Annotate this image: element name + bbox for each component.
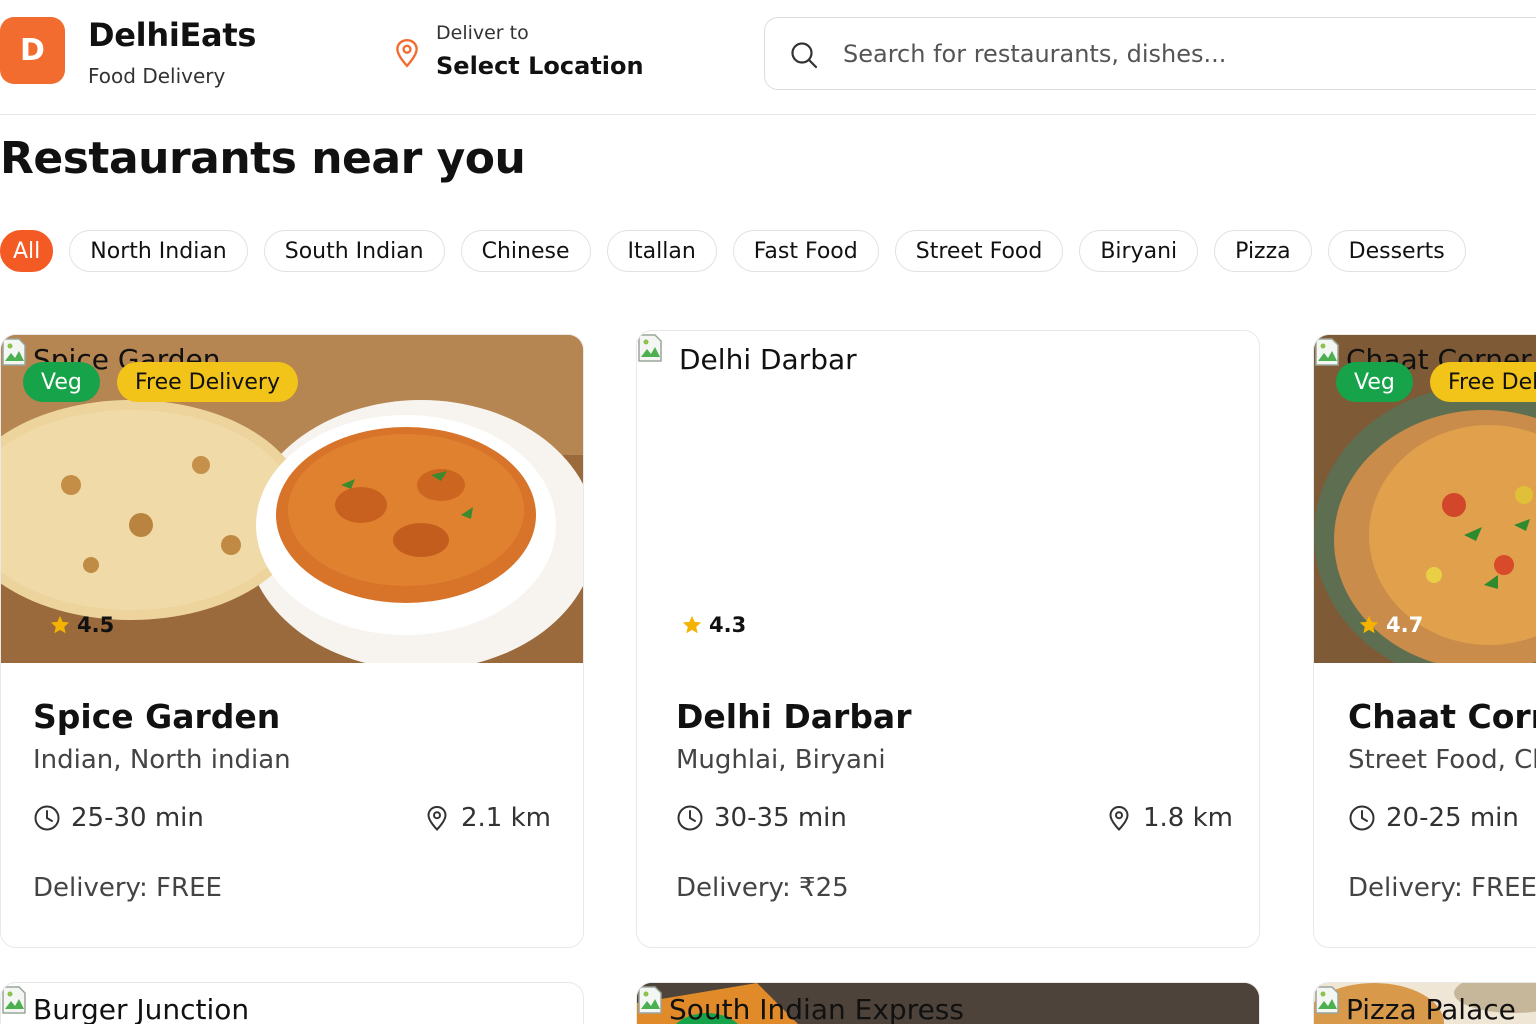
delivery-fee: Delivery: FREE [1348,873,1536,903]
restaurant-card[interactable]: Pizza Palace [1313,982,1536,1024]
clock-icon [33,804,61,832]
restaurant-cuisine: Indian, North indian [33,745,291,775]
filter-chip-desserts[interactable]: Desserts [1327,230,1466,272]
filter-chip-all[interactable]: All [0,230,54,272]
delivery-fee: Delivery: ₹25 [676,873,849,903]
filter-chip-street-food[interactable]: Street Food [894,230,1064,272]
search-input[interactable] [843,34,1493,74]
veg-badge: Veg [1336,362,1413,402]
search-bar[interactable] [764,17,1536,90]
deliver-to-label: Deliver to [436,22,529,44]
clock-icon [676,804,704,832]
app-header: D DelhiEats Food Delivery Deliver to Sel… [0,0,1536,115]
image-alt-text: Delhi Darbar [679,343,857,376]
distance: 1.8 km [1105,803,1233,833]
rating-value: 4.5 [77,613,115,637]
brand-name: DelhiEats [88,16,257,54]
page-title: Restaurants near you [0,133,526,184]
filter-chip-biryani[interactable]: Biryani [1079,230,1199,272]
broken-image-icon [637,983,665,1017]
location-selector[interactable]: Select Location [436,52,644,80]
restaurant-image[interactable]: Delhi Darbar 4.3 [637,331,1259,661]
restaurant-name[interactable]: Chaat Corner [1348,697,1536,736]
restaurant-card[interactable]: South Indian Express [636,982,1260,1024]
broken-image-icon [1,983,29,1017]
restaurant-card[interactable]: Chaat Corner Veg Free Delivery 4.7 Chaat… [1313,334,1536,948]
restaurant-name[interactable]: Spice Garden [33,697,280,736]
restaurant-card[interactable]: Delhi Darbar 4.3 Delhi Darbar Mughlai, B… [636,330,1260,948]
restaurant-cuisine: Mughlai, Biryani [676,745,886,775]
distance-value: 1.8 km [1143,803,1233,833]
delivery-time: 25-30 min [33,803,204,833]
rating-value: 4.3 [709,613,747,637]
restaurant-name[interactable]: Delhi Darbar [676,697,911,736]
rating-display: 4.3 [681,613,746,637]
broken-image-icon [1314,335,1342,369]
image-alt-text: South Indian Express [669,993,964,1024]
brand-logo[interactable]: D [0,17,65,84]
distance: 2.1 km [423,803,551,833]
clock-icon [1348,804,1376,832]
delivery-time-value: 30-35 min [714,803,847,833]
filter-chip-south-indian[interactable]: South Indian [263,230,445,272]
brand-tagline: Food Delivery [88,64,226,88]
broken-image-icon [1314,983,1342,1017]
restaurant-image[interactable]: Spice Garden Veg Free Delivery 4.5 [1,335,583,663]
free-delivery-badge: Free Delivery [1430,362,1536,402]
broken-image-icon [637,331,665,365]
filter-chip-fast-food[interactable]: Fast Food [732,230,879,272]
delivery-time-value: 20-25 min [1386,803,1519,833]
rating-value: 4.7 [1386,613,1424,637]
rating-display: 4.5 [49,613,114,637]
veg-badge: Veg [23,362,100,402]
broken-image-icon [1,335,29,369]
rating-display: 4.7 [1358,613,1423,637]
star-icon [681,614,703,636]
distance-value: 2.1 km [461,803,551,833]
star-icon [49,614,71,636]
delivery-time: 20-25 min [1348,803,1519,833]
image-alt-text: Pizza Palace [1346,993,1516,1024]
cuisine-filter-bar: All North Indian South Indian Chinese It… [0,230,1466,272]
map-pin-icon[interactable] [394,38,420,68]
search-icon [791,42,818,69]
star-icon [1358,614,1380,636]
restaurant-cuisine: Street Food, Chaat [1348,745,1536,775]
filter-chip-italian[interactable]: Itallan [606,230,717,272]
filter-chip-chinese[interactable]: Chinese [460,230,591,272]
delivery-fee: Delivery: FREE [33,873,222,903]
map-pin-icon [1105,804,1133,832]
map-pin-icon [423,804,451,832]
free-delivery-badge: Free Delivery [117,362,298,402]
filter-chip-north-indian[interactable]: North Indian [69,230,248,272]
filter-chip-pizza[interactable]: Pizza [1214,230,1312,272]
restaurant-card[interactable]: Burger Junction [0,982,584,1024]
restaurant-image[interactable]: Chaat Corner Veg Free Delivery 4.7 [1314,335,1536,663]
delivery-time: 30-35 min [676,803,847,833]
delivery-time-value: 25-30 min [71,803,204,833]
restaurant-card[interactable]: Spice Garden Veg Free Delivery 4.5 Spice… [0,334,584,948]
image-alt-text: Burger Junction [33,993,250,1024]
